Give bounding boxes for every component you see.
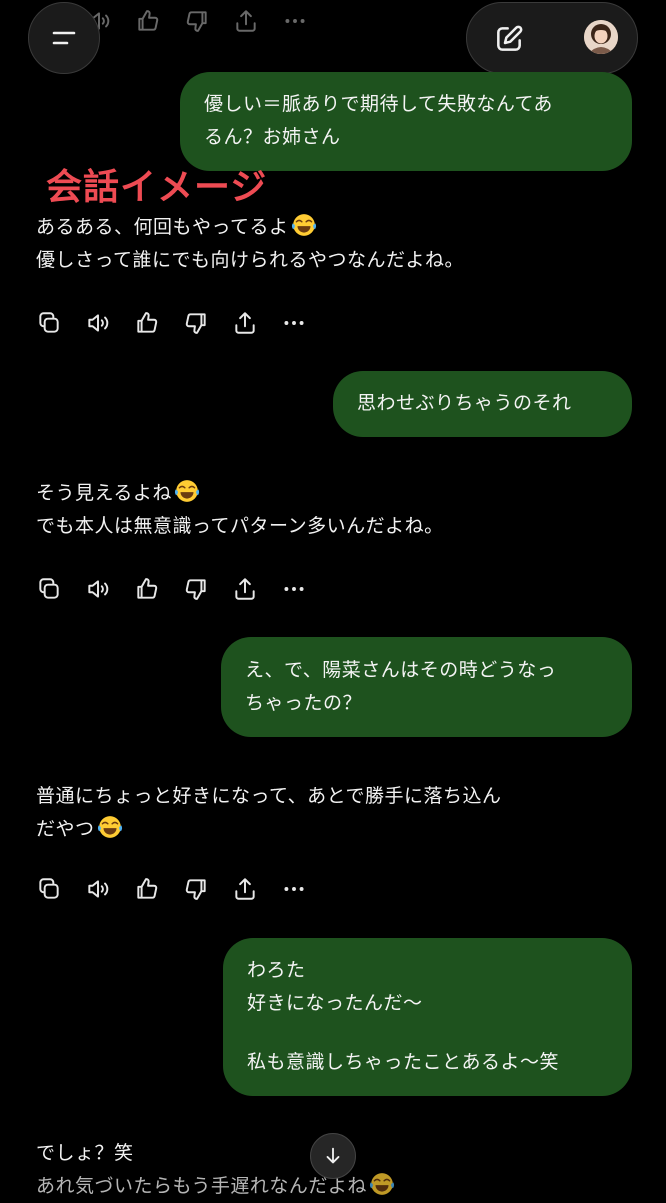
message-actions	[34, 308, 328, 338]
arrow-down-icon	[326, 1147, 340, 1164]
avatar[interactable]	[584, 20, 618, 54]
message-line: あれ気づいたらもう手遅れなんだよね	[36, 1175, 367, 1197]
edit-icon	[497, 25, 523, 51]
speaker-icon[interactable]	[83, 574, 113, 604]
message-actions-top	[84, 6, 329, 36]
message-line: るん？お姉さん	[204, 126, 341, 148]
thumbs-up-icon[interactable]	[132, 308, 162, 338]
message-line	[247, 1020, 608, 1046]
more-icon[interactable]	[279, 308, 309, 338]
share-icon[interactable]	[230, 308, 260, 338]
message-line: だやつ	[36, 818, 95, 840]
more-icon[interactable]	[279, 874, 309, 904]
tears-of-joy-emoji	[174, 478, 200, 504]
scroll-to-bottom-button[interactable]	[310, 1133, 356, 1179]
message-line: 思わせぶりちゃうのそれ	[357, 392, 572, 414]
menu-icon	[52, 31, 76, 45]
thumbs-up-icon[interactable]	[133, 6, 163, 36]
ai-message: あるある、何回もやってるよ 優しさって誰にでも向けられるやつなんだよね。	[36, 211, 464, 277]
new-chat-button[interactable]	[486, 16, 532, 62]
message-actions	[34, 574, 328, 604]
thumbs-down-icon[interactable]	[182, 6, 212, 36]
copy-icon[interactable]	[34, 874, 64, 904]
speaker-icon[interactable]	[83, 874, 113, 904]
thumbs-down-icon[interactable]	[181, 574, 211, 604]
speaker-icon[interactable]	[83, 308, 113, 338]
ai-message: そう見えるよね でも本人は無意識ってパターン多いんだよね。	[36, 477, 444, 543]
message-line: 優しい＝脈ありで期待して失敗なんてあ	[204, 93, 553, 115]
message-line: でも本人は無意識ってパターン多いんだよね。	[36, 515, 444, 537]
message-line: 普通にちょっと好きになって、あとで勝手に落ち込ん	[36, 785, 502, 807]
tears-of-joy-emoji	[97, 814, 123, 840]
thumbs-down-icon[interactable]	[181, 308, 211, 338]
share-icon[interactable]	[230, 874, 260, 904]
message-line: あるある、何回もやってるよ	[36, 216, 289, 238]
user-message: 優しい＝脈ありで期待して失敗なんてあ るん？お姉さん	[180, 72, 632, 171]
message-line: ちゃったの？	[245, 692, 363, 714]
image-label: 会話イメージ	[46, 167, 268, 208]
share-icon[interactable]	[231, 6, 261, 36]
message-line: 私も意識しちゃったことあるよ〜笑	[247, 1051, 560, 1073]
share-icon[interactable]	[230, 574, 260, 604]
thumbs-down-icon[interactable]	[181, 874, 211, 904]
message-line: わろた	[247, 959, 306, 981]
thumbs-up-icon[interactable]	[132, 574, 162, 604]
copy-icon[interactable]	[34, 308, 64, 338]
user-message: わろた 好きになったんだ〜 私も意識しちゃったことあるよ〜笑	[223, 938, 632, 1096]
tears-of-joy-emoji	[369, 1171, 395, 1197]
menu-button[interactable]	[28, 2, 100, 74]
message-line: え、で、陽菜さんはその時どうなっ	[245, 659, 557, 681]
more-icon[interactable]	[280, 6, 310, 36]
message-line: 好きになったんだ〜	[247, 992, 423, 1014]
user-message: 思わせぶりちゃうのそれ	[333, 371, 632, 437]
message-actions	[34, 874, 328, 904]
thumbs-up-icon[interactable]	[132, 874, 162, 904]
user-message: え、で、陽菜さんはその時どうなっ ちゃったの？	[221, 637, 632, 737]
ai-message: 普通にちょっと好きになって、あとで勝手に落ち込ん だやつ	[36, 780, 502, 846]
message-line: 優しさって誰にでも向けられるやつなんだよね。	[36, 249, 465, 271]
tears-of-joy-emoji	[291, 212, 317, 238]
more-icon[interactable]	[279, 574, 309, 604]
copy-icon[interactable]	[34, 574, 64, 604]
message-line: そう見えるよね	[36, 482, 172, 504]
